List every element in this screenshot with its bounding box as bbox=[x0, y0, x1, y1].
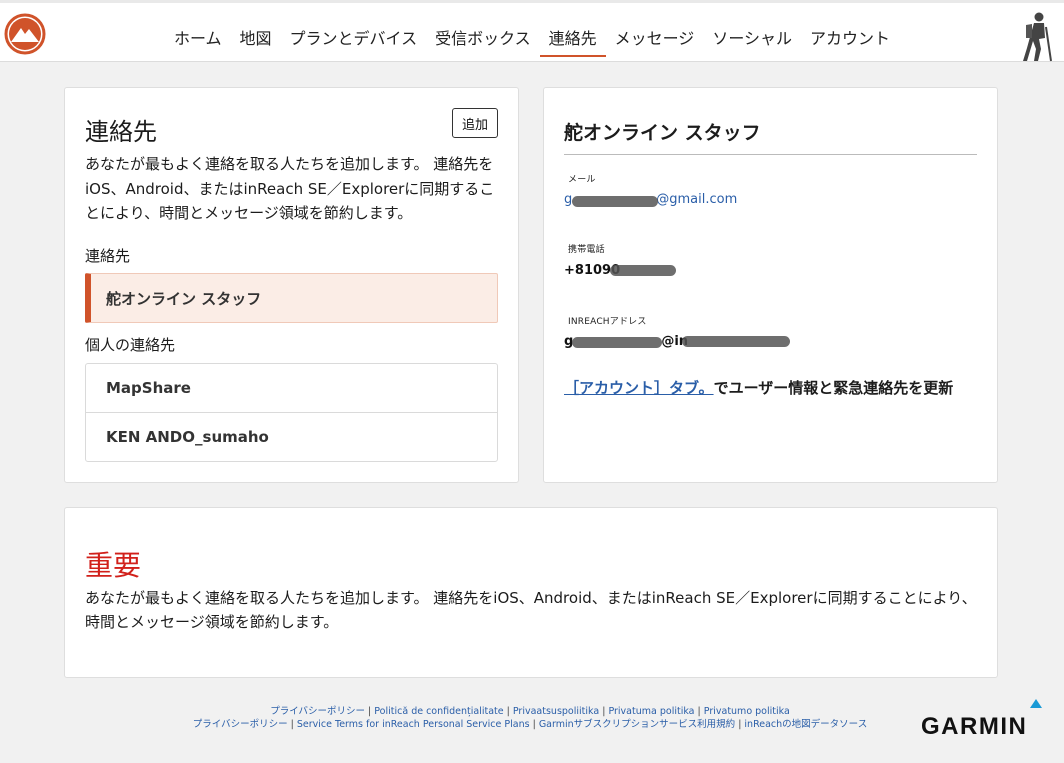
main-nav: ホーム 地図 プランとデバイス 受信ボックス 連絡先 メッセージ ソーシャル ア… bbox=[165, 21, 899, 57]
nav-account[interactable]: アカウント bbox=[801, 21, 899, 57]
account-note: ［アカウント］タブ。でユーザー情報と緊急連絡先を更新 bbox=[564, 376, 974, 401]
top-navigation-bar: ホーム 地図 プランとデバイス 受信ボックス 連絡先 メッセージ ソーシャル ア… bbox=[0, 0, 1064, 62]
personal-contact-ken-ando[interactable]: KEN ANDO_sumaho bbox=[86, 413, 497, 462]
footer-line-2: プライバシーポリシー | Service Terms for inReach P… bbox=[160, 718, 900, 731]
footer-link[interactable]: Service Terms for inReach Personal Servi… bbox=[297, 719, 530, 730]
contacts-section-label: 連絡先 bbox=[85, 247, 131, 265]
garmin-logo[interactable]: GARMIN bbox=[920, 699, 1055, 739]
garmin-triangle-icon bbox=[1030, 699, 1042, 708]
email-label: メール bbox=[568, 175, 596, 185]
separator: | bbox=[532, 719, 536, 730]
important-title: 重要 bbox=[85, 549, 142, 582]
separator: | bbox=[602, 706, 606, 717]
footer-link[interactable]: inReachの地図データソース bbox=[744, 719, 867, 730]
footer-line-1: プライバシーポリシー | Politică de confidențialita… bbox=[160, 705, 900, 718]
personal-contact-label: KEN ANDO_sumaho bbox=[106, 428, 269, 446]
account-tab-link[interactable]: ［アカウント］タブ。 bbox=[564, 379, 714, 397]
account-note-text: でユーザー情報と緊急連絡先を更新 bbox=[713, 379, 954, 397]
email-suffix: @gmail.com bbox=[656, 192, 738, 207]
nav-plans-devices[interactable]: プランとデバイス bbox=[281, 21, 427, 57]
separator: | bbox=[738, 719, 742, 730]
redaction-mark bbox=[572, 337, 662, 348]
footer-link[interactable]: プライバシーポリシー bbox=[193, 719, 288, 730]
contact-item-selected[interactable]: 舵オンライン スタッフ bbox=[85, 273, 498, 323]
nav-messages[interactable]: メッセージ bbox=[606, 21, 704, 57]
brand-name: GARMIN bbox=[921, 713, 1027, 739]
divider bbox=[564, 154, 977, 155]
important-text: あなたが最もよく連絡を取る人たちを追加します。 連絡先をiOS、Android、… bbox=[85, 589, 977, 631]
nav-social[interactable]: ソーシャル bbox=[703, 21, 801, 57]
nav-home[interactable]: ホーム bbox=[165, 21, 231, 57]
contacts-title: 連絡先 bbox=[85, 118, 157, 146]
contact-item-label: 舵オンライン スタッフ bbox=[106, 290, 262, 308]
separator: | bbox=[697, 706, 701, 717]
redaction-mark bbox=[682, 336, 790, 347]
personal-contact-mapshare[interactable]: MapShare bbox=[86, 364, 497, 413]
nav-inbox[interactable]: 受信ボックス bbox=[426, 21, 540, 57]
separator: | bbox=[290, 719, 294, 730]
separator: | bbox=[506, 706, 510, 717]
mountain-logo-icon[interactable] bbox=[4, 13, 46, 55]
contacts-panel: 連絡先 追加 あなたが最もよく連絡を取る人たちを追加します。 連絡先をiOS、A… bbox=[64, 87, 519, 483]
personal-contacts-label: 個人の連絡先 bbox=[85, 336, 176, 354]
footer-link[interactable]: Privatuma politika bbox=[608, 706, 694, 717]
personal-contact-label: MapShare bbox=[106, 379, 191, 397]
contact-detail-name: 舵オンライン スタッフ bbox=[564, 122, 761, 144]
footer-links: プライバシーポリシー | Politică de confidențialita… bbox=[160, 705, 900, 731]
inreach-label: INREACHアドレス bbox=[568, 317, 647, 327]
hiker-icon[interactable] bbox=[1018, 11, 1056, 63]
footer-link[interactable]: Privaatsuspoliitika bbox=[513, 706, 599, 717]
footer-link[interactable]: Garminサブスクリプションサービス利用規約 bbox=[539, 719, 735, 730]
important-panel: 重要 あなたが最もよく連絡を取る人たちを追加します。 連絡先をiOS、Andro… bbox=[64, 507, 998, 678]
phone-label: 携帯電話 bbox=[568, 245, 605, 255]
footer-link[interactable]: Politică de confidențialitate bbox=[374, 706, 503, 717]
personal-contacts-list: MapShare KEN ANDO_sumaho bbox=[85, 363, 498, 462]
add-contact-button[interactable]: 追加 bbox=[452, 108, 498, 138]
separator: | bbox=[368, 706, 372, 717]
redaction-mark bbox=[572, 196, 658, 207]
footer-link[interactable]: Privatumo politika bbox=[704, 706, 790, 717]
contacts-description: あなたが最もよく連絡を取る人たちを追加します。 連絡先をiOS、Android、… bbox=[85, 155, 495, 222]
nav-map[interactable]: 地図 bbox=[231, 21, 281, 57]
email-prefix: g bbox=[564, 192, 573, 207]
footer-link[interactable]: プライバシーポリシー bbox=[270, 706, 365, 717]
redaction-mark bbox=[610, 265, 676, 276]
contact-detail-panel: 舵オンライン スタッフ メール g @gmail.com 携帯電話 +81090 … bbox=[543, 87, 998, 483]
nav-contacts[interactable]: 連絡先 bbox=[539, 21, 606, 57]
